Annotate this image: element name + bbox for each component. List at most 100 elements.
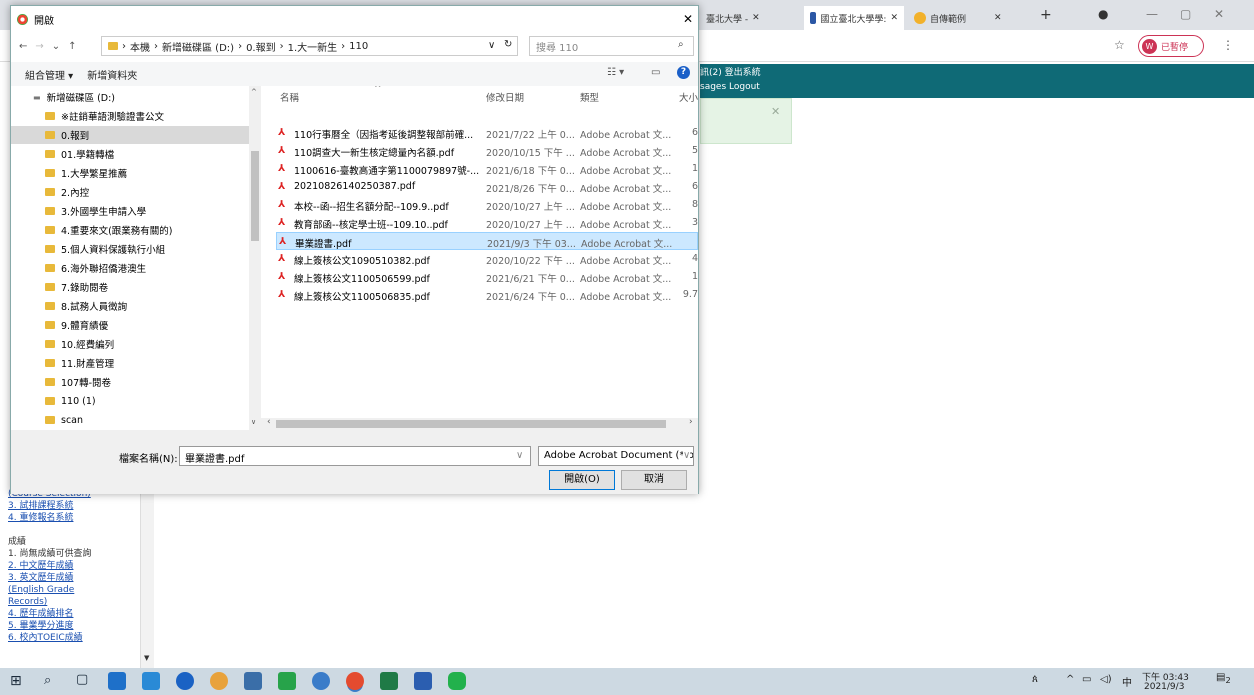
filename-input[interactable]: 畢業證書.pdf ∨ — [179, 446, 531, 466]
sidebar-link[interactable]: 4. 重修報名系統 — [8, 512, 150, 524]
task-view-icon[interactable]: ▢ — [76, 672, 88, 687]
close-window-icon[interactable]: ✕ — [1214, 7, 1224, 21]
nav-links-en[interactable]: sages Logout — [700, 80, 800, 94]
file-row[interactable]: ⅄ 線上簽核公文1090510382.pdf 2020/10/22 下午 ... Ad… — [276, 250, 698, 268]
sidebar-link[interactable]: 2. 中文歷年成績 — [8, 560, 150, 572]
scroll-left-icon[interactable]: ‹ — [267, 417, 271, 427]
sidebar-link[interactable]: 3. 英文歷年成績 — [8, 572, 150, 584]
close-icon[interactable]: ✕ — [890, 13, 898, 23]
column-type[interactable]: 類型 — [580, 90, 599, 104]
app-icon[interactable] — [312, 672, 330, 690]
file-row[interactable]: ⅄ 1100616-臺教高通字第1100079897號-... 2021/6/18 … — [276, 160, 698, 178]
tree-scrollbar[interactable]: ^ ∨ — [249, 86, 261, 430]
file-row[interactable]: ⅄ 線上簽核公文1100506835.pdf 2021/6/24 下午 0... Ad… — [276, 286, 698, 304]
tree-drive-item[interactable]: ▬ 新增磁碟區 (D:) — [11, 88, 249, 106]
profile-button[interactable]: W 已暫停 — [1138, 35, 1204, 57]
tree-folder-item[interactable]: 2.內控 — [11, 183, 249, 201]
sidebar-link[interactable]: 4. 歷年成績排名 — [8, 608, 150, 620]
breadcrumb-item[interactable]: 110 — [349, 41, 368, 52]
search-input[interactable]: 搜尋 110 ⌕ — [529, 36, 694, 56]
maximize-icon[interactable]: ▢ — [1180, 7, 1191, 21]
tree-folder-item[interactable]: 3.外國學生申請入學 — [11, 202, 249, 220]
close-icon[interactable]: ✕ — [994, 13, 1002, 23]
windows-start-icon[interactable]: ⊞ — [10, 673, 22, 689]
file-row[interactable]: ⅄ 畢業證書.pdf 2021/9/3 下午 03... Adobe Acrobat … — [276, 232, 698, 250]
sidebar-link[interactable]: (English Grade — [8, 584, 150, 596]
refresh-icon[interactable]: ↻ — [504, 39, 512, 50]
file-row[interactable]: ⅄ 教育部函--核定學士班--109.10..pdf 2020/10/27 上午 .… — [276, 214, 698, 232]
tree-scroll-thumb[interactable] — [251, 151, 259, 241]
address-bar[interactable]: › 本機 › 新增磁碟區 (D:) › 0.報到 › 1.大一新生 › 110 ∨ ↻ — [101, 36, 518, 56]
column-size[interactable]: 大小 — [679, 90, 698, 104]
close-icon[interactable]: ✕ — [771, 105, 780, 118]
browser-tab[interactable]: 臺北大學 - ✕ — [700, 6, 800, 30]
forward-icon[interactable]: → — [35, 41, 43, 52]
sidebar-link[interactable]: Records) — [8, 596, 150, 608]
file-row[interactable]: ⅄ 線上簽核公文1100506599.pdf 2021/6/21 下午 0... Ad… — [276, 268, 698, 286]
breadcrumb-item[interactable]: 0.報到 — [246, 39, 276, 54]
bookmark-star-icon[interactable]: ☆ — [1114, 38, 1125, 52]
recent-dropdown-icon[interactable]: ⌄ — [52, 41, 60, 52]
hscroll-thumb[interactable] — [276, 420, 666, 428]
browser-icon[interactable] — [210, 672, 228, 690]
tree-folder-item[interactable]: ※註銷華語測驗證書公文 — [11, 107, 249, 125]
chevron-down-icon[interactable]: ∨ — [516, 450, 523, 461]
network-icon[interactable]: ▭ — [1082, 674, 1091, 685]
breadcrumb-item[interactable]: 新增磁碟區 (D:) — [162, 39, 234, 54]
back-icon[interactable]: ← — [19, 41, 27, 52]
up-icon[interactable]: ↑ — [68, 41, 76, 52]
minimize-icon[interactable]: — — [1146, 7, 1158, 21]
view-options-icon[interactable]: ☷ ▾ — [607, 67, 624, 78]
help-icon[interactable]: ? — [677, 66, 690, 79]
organize-button[interactable]: 組合管理 ▾ — [25, 67, 73, 82]
scroll-down-icon[interactable]: ∨ — [251, 418, 256, 426]
excel-icon[interactable] — [380, 672, 398, 690]
record-icon[interactable]: ● — [1098, 7, 1108, 21]
cancel-button[interactable]: 取消 — [621, 470, 687, 490]
app-icon[interactable] — [244, 672, 262, 690]
edge-icon[interactable] — [176, 672, 194, 690]
file-row[interactable]: ⅄ 110調查大一新生核定總量內名額.pdf 2020/10/15 下午 ... Ad… — [276, 142, 698, 160]
tree-folder-item[interactable]: 4.重要來文(跟業務有關的) — [11, 221, 249, 239]
sidebar-link[interactable]: 6. 校內TOEIC成績 — [8, 632, 150, 644]
word-icon[interactable] — [414, 672, 432, 690]
preview-pane-icon[interactable]: ▭ — [651, 67, 660, 78]
filetype-select[interactable]: Adobe Acrobat Document (*.p ∨ — [538, 446, 694, 466]
tree-folder-item[interactable]: 1.大學繁星推薦 — [11, 164, 249, 182]
chevron-up-icon[interactable]: ^ — [1066, 674, 1074, 685]
browser-tab[interactable]: 國立臺北大學學: ✕ — [804, 6, 904, 30]
notification-icon[interactable]: ▤2 — [1216, 672, 1236, 692]
close-icon[interactable]: ✕ — [752, 13, 760, 23]
file-row[interactable]: ⅄ 20210826140250387.pdf 2021/8/26 下午 0... A… — [276, 178, 698, 196]
lock-app-icon[interactable] — [278, 672, 296, 690]
tree-folder-item[interactable]: 10.經費編列 — [11, 335, 249, 353]
scroll-up-icon[interactable]: ^ — [251, 88, 257, 96]
sidebar-link[interactable]: 3. 試排課程系統 — [8, 500, 150, 512]
nav-links-zh[interactable]: 訊(2) 登出系統 — [700, 66, 800, 80]
tree-folder-item[interactable]: 8.試務人員徵詢 — [11, 297, 249, 315]
close-icon[interactable]: ✕ — [683, 12, 693, 26]
file-row[interactable]: ⅄ 110行事曆全（因指考延後調整報部前確... 2021/7/22 上午 0...… — [276, 124, 698, 142]
new-folder-button[interactable]: 新增資料夾 — [87, 67, 137, 82]
ime-indicator[interactable]: 中 — [1122, 674, 1132, 689]
new-tab-icon[interactable]: + — [1040, 7, 1052, 23]
tree-folder-item[interactable]: 110 (1) — [11, 392, 249, 410]
store-icon[interactable] — [142, 672, 160, 690]
file-row[interactable]: ⅄ 本校--函--招生名額分配--109.9..pdf 2020/10/27 上午 … — [276, 196, 698, 214]
breadcrumb-item[interactable]: 本機 — [130, 39, 150, 54]
tree-folder-item[interactable]: 5.個人資料保護執行小組 — [11, 240, 249, 258]
tree-folder-item[interactable]: 01.學籍轉檔 — [11, 145, 249, 163]
breadcrumb-item[interactable]: 1.大一新生 — [288, 39, 338, 54]
tree-folder-item[interactable]: 7.錄助閱卷 — [11, 278, 249, 296]
sidebar-link[interactable]: 5. 畢業學分進度 — [8, 620, 150, 632]
browser-tab[interactable]: 自傳範例 ✕ — [908, 6, 1028, 30]
chrome-icon[interactable] — [346, 672, 364, 690]
column-name[interactable]: 名稱 — [280, 90, 299, 104]
tree-folder-item[interactable]: scan — [11, 411, 249, 429]
search-icon[interactable]: ⌕ — [44, 673, 51, 688]
scroll-down-icon[interactable]: ▼ — [144, 654, 149, 662]
tree-folder-item[interactable]: 9.體育績優 — [11, 316, 249, 334]
volume-icon[interactable]: ◁) — [1100, 674, 1112, 685]
tree-folder-item[interactable]: 107轉-閱卷 — [11, 373, 249, 391]
tree-folder-item[interactable]: 11.財產管理 — [11, 354, 249, 372]
